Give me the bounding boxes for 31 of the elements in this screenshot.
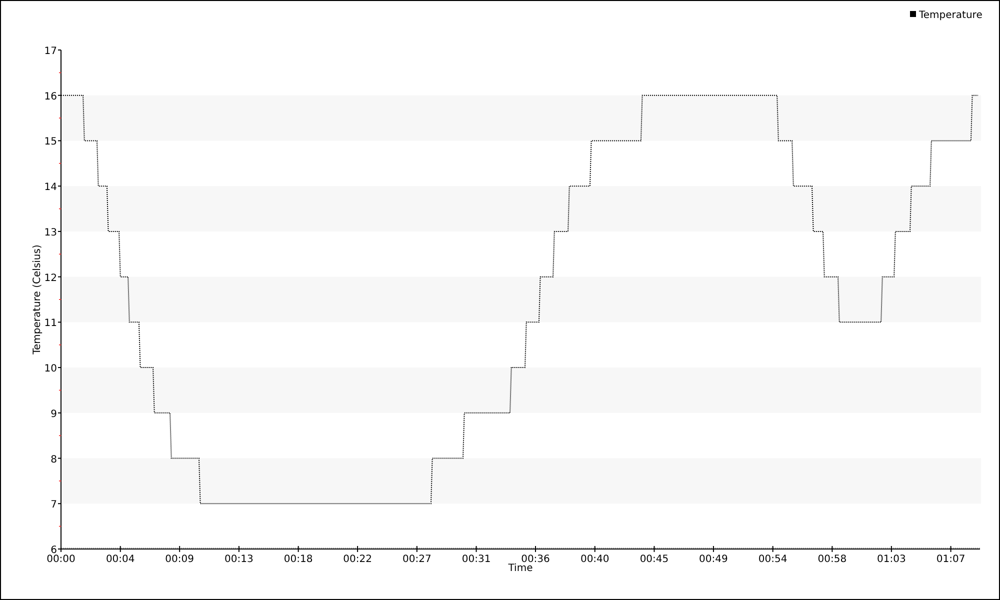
y-tick-label: 15 xyxy=(44,136,57,148)
x-tick-label: 00:36 xyxy=(521,554,550,565)
x-tick-label: 00:00 xyxy=(46,554,76,565)
y-tick-label: 11 xyxy=(44,318,57,330)
x-tick-label: 00:22 xyxy=(343,554,372,565)
x-tick-label: 00:04 xyxy=(106,554,135,565)
x-tick-label: 00:27 xyxy=(402,554,432,565)
y-tick-label: 14 xyxy=(44,182,57,194)
y-axis-title: Temperature (Celsius) xyxy=(32,244,43,354)
x-tick-label: 00:13 xyxy=(224,554,254,565)
y-tick-label: 16 xyxy=(44,91,57,102)
x-tick-label: 00:31 xyxy=(462,554,491,565)
x-tick-label: 01:07 xyxy=(936,554,966,565)
x-tick-label: 01:03 xyxy=(877,554,906,565)
y-tick-label: 7 xyxy=(50,500,57,511)
x-tick-label: 00:18 xyxy=(284,554,313,565)
y-tick-label: 8 xyxy=(50,454,57,466)
x-axis-title: Time xyxy=(508,563,533,574)
x-tick-label: 00:54 xyxy=(758,554,788,565)
y-tick-label: 13 xyxy=(44,227,57,238)
y-tick-label: 10 xyxy=(44,364,57,375)
y-tick-label: 17 xyxy=(44,46,57,57)
x-tick-label: 00:09 xyxy=(165,554,194,565)
x-tick-label: 00:40 xyxy=(580,554,610,565)
y-tick-label: 12 xyxy=(44,272,57,284)
y-tick-label: 9 xyxy=(50,408,57,420)
x-tick-label: 00:45 xyxy=(640,554,669,565)
x-tick-label: 00:58 xyxy=(818,554,847,565)
legend-label: Temperature xyxy=(919,10,982,21)
y-tick-label: 6 xyxy=(50,545,57,556)
x-tick-label: 00:49 xyxy=(699,554,728,565)
